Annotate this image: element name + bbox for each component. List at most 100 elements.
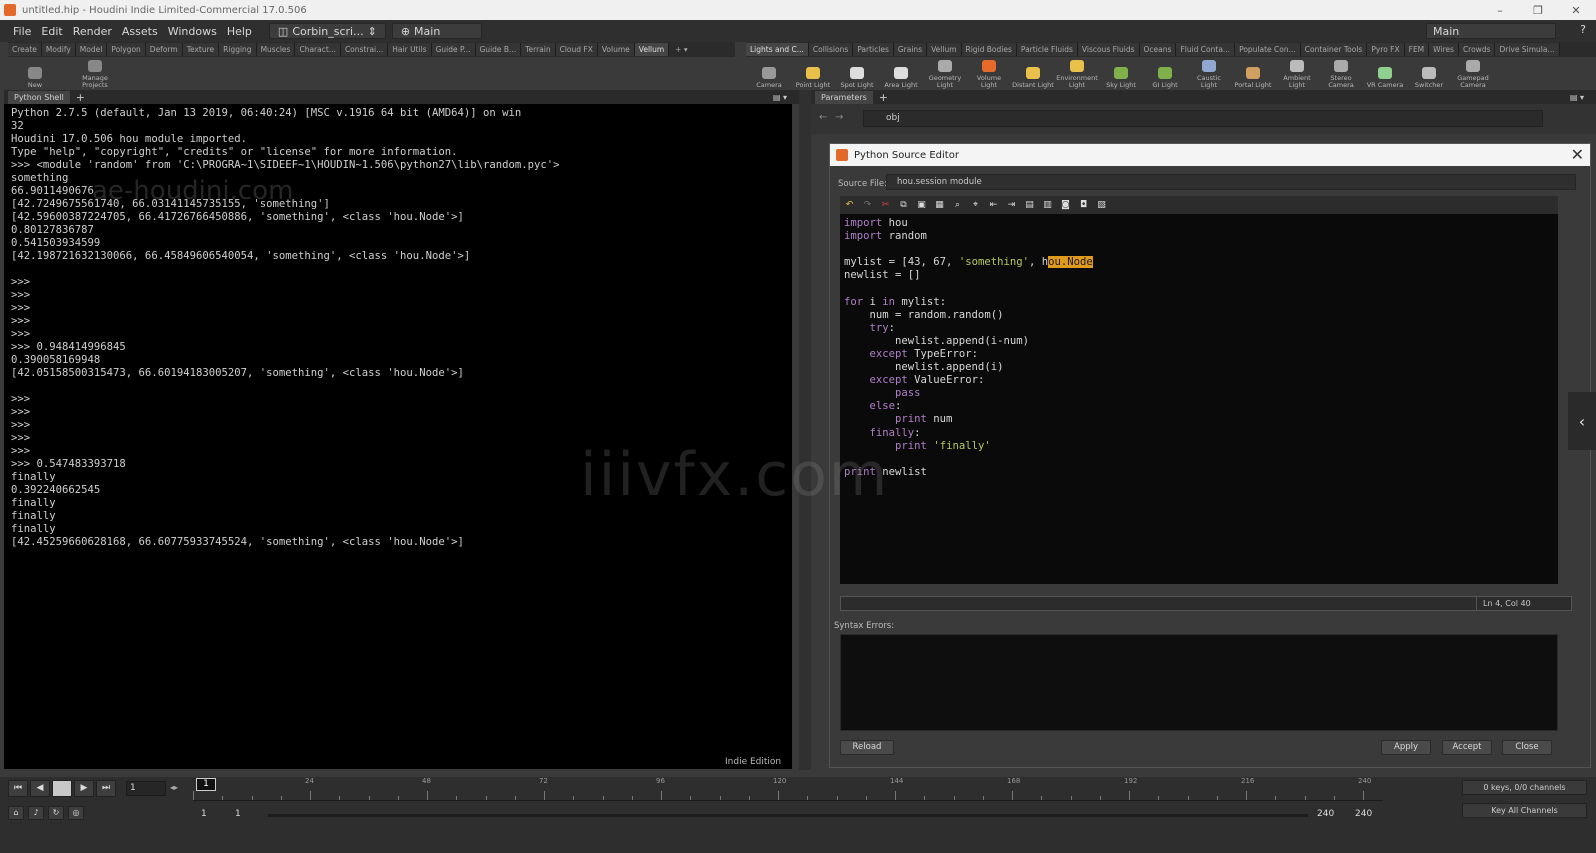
shelf-tab[interactable]: Fluid Conta... — [1176, 43, 1236, 56]
frame-field[interactable]: 1 — [126, 781, 166, 796]
shelf-tab[interactable]: Guide P... — [431, 43, 476, 56]
light-tool[interactable]: Geometry Light — [924, 60, 966, 89]
light-tool[interactable]: Spot Light — [836, 67, 878, 89]
shelf-tab[interactable]: Muscles — [256, 43, 296, 56]
shelf-tab[interactable]: Modify — [41, 43, 76, 56]
shelf-tab[interactable]: Drive Simula... — [1495, 43, 1560, 56]
stop-icon[interactable] — [52, 780, 72, 797]
shelf-tab[interactable]: Collisions — [808, 43, 854, 56]
redo-icon[interactable]: ↷ — [861, 199, 874, 211]
loop-icon[interactable]: ↻ — [48, 806, 64, 820]
shelf-tab[interactable]: Deform — [145, 43, 183, 56]
editor-horizontal-scrollbar[interactable] — [840, 584, 1558, 594]
realtime-icon[interactable]: ◎ — [68, 806, 84, 820]
pane-menu-icon[interactable]: ▤ ▾ — [1570, 93, 1584, 102]
light-tool[interactable]: Switcher — [1408, 67, 1450, 89]
light-tool[interactable]: Camera — [748, 67, 790, 89]
menu-render[interactable]: Render — [68, 25, 117, 38]
unindent-icon[interactable]: ⇤ — [987, 199, 1000, 211]
shelf-tab[interactable]: Guide B... — [475, 43, 522, 56]
tab-python-shell[interactable]: Python Shell — [8, 90, 70, 104]
accept-button[interactable]: Accept — [1442, 740, 1492, 755]
add-tab-icon[interactable]: + — [76, 91, 85, 104]
apply-button[interactable]: Apply — [1381, 740, 1431, 755]
range-start-field[interactable]: 1 — [201, 809, 207, 819]
light-tool[interactable]: Sky Light — [1100, 67, 1142, 89]
shelf-tab[interactable]: Container Tools — [1300, 43, 1368, 56]
replace-icon[interactable]: ⌖ — [969, 199, 982, 211]
shelf-tab[interactable]: Grains — [893, 43, 928, 56]
source-file-field[interactable]: hou.session module — [886, 174, 1576, 190]
shelf-tab[interactable]: Lights and C... — [746, 43, 809, 56]
comment-icon[interactable]: ▤ — [1023, 199, 1036, 211]
close-icon[interactable]: ✕ — [1571, 145, 1584, 164]
manage-projects-tool[interactable]: Manage Projects — [74, 60, 116, 89]
jump-end-icon[interactable]: ⏭ — [96, 780, 116, 797]
reload-button[interactable]: Reload — [840, 740, 894, 755]
shelf-tab[interactable]: Crowds — [1458, 43, 1496, 56]
shelf-tab[interactable]: Hair Utils — [388, 43, 432, 56]
light-tool[interactable]: VR Camera — [1364, 67, 1406, 89]
shelf-tab[interactable]: Populate Con... — [1235, 43, 1301, 56]
pane-splitter[interactable] — [799, 90, 811, 770]
indent-icon[interactable]: ⇥ — [1005, 199, 1018, 211]
shelf-tab[interactable]: Constrai... — [340, 43, 389, 56]
delete-icon[interactable]: ▦ — [933, 199, 946, 211]
shelf-tab[interactable]: FEM — [1404, 43, 1430, 56]
pane-menu-icon[interactable]: ▤ ▾ — [773, 93, 787, 102]
new-project-tool[interactable]: New — [14, 67, 56, 89]
shelf-tab[interactable]: Texture — [182, 43, 220, 56]
message-icon[interactable]: ◘ — [1077, 199, 1090, 211]
menu-edit[interactable]: Edit — [36, 25, 67, 38]
range-slider[interactable] — [268, 814, 1308, 817]
range-end-field[interactable]: 240 — [1317, 809, 1334, 819]
desktop-selector[interactable]: ◫ Corbin_scri... ⇕ — [268, 23, 386, 39]
light-tool[interactable]: Point Light — [792, 67, 834, 89]
shelf-tab[interactable]: Rigid Bodies — [961, 43, 1017, 56]
audio-icon[interactable]: ♪ — [28, 806, 44, 820]
close-button[interactable]: Close — [1502, 740, 1552, 755]
menu-assets[interactable]: Assets — [117, 25, 163, 38]
close-window-button[interactable]: ✕ — [1556, 0, 1596, 20]
code-editor[interactable]: import hou import random mylist = [43, 6… — [840, 214, 1558, 584]
shelf-tab[interactable]: Polygon — [107, 43, 146, 56]
find-icon[interactable]: ⌕ — [951, 199, 964, 211]
right-desktop-selector[interactable]: Main — [1426, 23, 1556, 39]
shelf-tab[interactable]: Volume — [597, 43, 635, 56]
light-tool[interactable]: Gamepad Camera — [1452, 60, 1494, 89]
menu-help[interactable]: Help — [222, 25, 257, 38]
light-tool[interactable]: Caustic Light — [1188, 60, 1230, 89]
add-tab-icon[interactable]: + — [879, 91, 888, 104]
tab-parameters[interactable]: Parameters — [815, 90, 873, 104]
light-tool[interactable]: Environment Light — [1056, 60, 1098, 89]
shelf-tab[interactable]: Oceans — [1139, 43, 1177, 56]
light-tool[interactable]: Area Light — [880, 67, 922, 89]
paste-icon[interactable]: ▣ — [915, 199, 928, 211]
light-tool[interactable]: Stereo Camera — [1320, 60, 1362, 89]
minimize-button[interactable]: – — [1480, 0, 1520, 20]
shelf-tab[interactable]: Particles — [853, 43, 894, 56]
shelf-tab[interactable]: Terrain — [521, 43, 556, 56]
shelf-tab[interactable]: Vellum — [927, 43, 962, 56]
back-arrow-icon[interactable]: ← — [819, 112, 827, 123]
shelf-tab[interactable]: Vellum — [634, 43, 670, 56]
maximize-button[interactable]: ❐ — [1518, 0, 1558, 20]
copy-icon[interactable]: ⧉ — [897, 199, 910, 211]
key-all-channels-button[interactable]: Key All Channels — [1462, 803, 1587, 818]
step-icons[interactable]: ◂▸ — [170, 783, 178, 792]
settings-icon[interactable]: ▧ — [1095, 199, 1108, 211]
shelf-tab[interactable]: Rigging — [219, 43, 257, 56]
uncomment-icon[interactable]: ▥ — [1041, 199, 1054, 211]
current-frame-marker[interactable]: 1 — [196, 778, 216, 791]
range-end-field-2[interactable]: 240 — [1355, 809, 1372, 819]
light-tool[interactable]: Portal Light — [1232, 67, 1274, 89]
step-back-icon[interactable]: ◀ — [30, 780, 50, 797]
shelf-tab[interactable]: Viscous Fluids — [1077, 43, 1140, 56]
network-path-field[interactable]: obj — [863, 110, 1543, 127]
light-tool[interactable]: Volume Light — [968, 60, 1010, 89]
shelf-tab[interactable]: Wires — [1429, 43, 1459, 56]
menu-file[interactable]: File — [8, 25, 36, 38]
shelf-tab[interactable]: Cloud FX — [555, 43, 598, 56]
timeline-ruler[interactable]: 24 48 72 96 120 144 168 192 216 240 — [193, 777, 1383, 801]
shelf-tab[interactable]: Particle Fluids — [1016, 43, 1078, 56]
